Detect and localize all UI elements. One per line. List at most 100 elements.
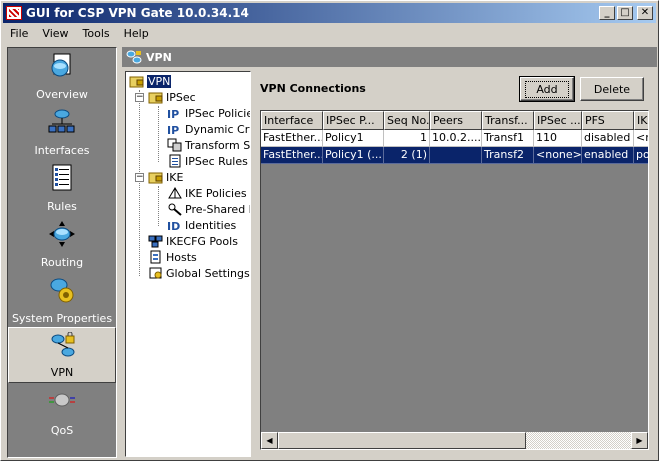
nav-overview[interactable]: Overview: [8, 48, 116, 104]
pool-icon: [148, 235, 163, 248]
tree-line: [158, 106, 159, 162]
folder-lock-icon: [148, 92, 163, 104]
window-title: GUI for CSP VPN Gate 10.0.34.14: [26, 6, 249, 20]
folder-lock-icon: [148, 172, 163, 184]
tree-ipsec-policies[interactable]: IP IPSec Policies: [167, 105, 250, 121]
menu-file[interactable]: File: [3, 27, 35, 40]
cell-ipsec-lifetime: <none>: [534, 147, 582, 164]
column-header-transform[interactable]: Transf...: [482, 111, 534, 130]
table-row-selected[interactable]: FastEther... Policy1 (... 2 (1) Transf2 …: [261, 147, 648, 164]
scroll-thumb[interactable]: [278, 432, 526, 449]
interfaces-icon: [48, 109, 75, 133]
tree-ikecfg-pools-label: IKECFG Pools: [166, 234, 238, 248]
maximize-button[interactable]: □: [617, 6, 633, 20]
nav-routing[interactable]: Routing: [8, 216, 116, 272]
column-header-interface[interactable]: Interface: [261, 111, 323, 130]
column-header-pfs[interactable]: PFS: [582, 111, 634, 130]
nav-interfaces-label: Interfaces: [34, 144, 90, 157]
tree-ipsec-policies-label: IPSec Policies: [185, 106, 250, 120]
panel-header-title: VPN: [146, 50, 172, 64]
dynamic-crypto-icon: IP: [167, 124, 179, 136]
nav-interfaces[interactable]: Interfaces: [8, 104, 116, 160]
tree-dynamic-crypto[interactable]: IP Dynamic Cryp: [167, 121, 250, 137]
delete-button[interactable]: Delete: [580, 77, 644, 101]
add-button[interactable]: Add: [519, 76, 575, 102]
folder-lock-icon: [129, 76, 144, 88]
column-header-seq-no[interactable]: Seq No.: [384, 111, 430, 130]
tree-global-settings[interactable]: Global Settings: [148, 265, 250, 281]
cell-pfs: disabled: [582, 130, 634, 147]
identity-icon: ID: [167, 220, 180, 232]
table-header: Interface IPSec P... Seq No. Peers Trans…: [261, 111, 648, 130]
cell-peers: [430, 147, 482, 164]
tree-ike-policies-label: IKE Policies: [185, 186, 247, 200]
tree-vpn-label: VPN: [147, 74, 172, 88]
table-row[interactable]: FastEther... Policy1 1 10.0.2.... Transf…: [261, 130, 648, 147]
rules-icon: [52, 164, 72, 191]
nav-system-properties[interactable]: System Properties: [8, 272, 116, 328]
cell-seq-no: 1: [384, 130, 430, 147]
settings-icon: [149, 267, 162, 279]
tree-line: [139, 90, 140, 276]
nav-vpn-label: VPN: [50, 366, 74, 379]
cell-ipsec-policy: Policy1: [323, 130, 384, 147]
vpn-tree[interactable]: VPN − IPSec IP IPSec Policies IP Dynamic…: [125, 71, 251, 457]
cell-transform: Transf2: [482, 147, 534, 164]
tree-ipsec-label: IPSec: [166, 90, 196, 104]
key-icon: [168, 203, 182, 216]
tree-pre-shared-keys[interactable]: Pre-Shared K: [167, 201, 251, 217]
tree-ipsec-rules-label: IPSec Rules: [185, 154, 248, 168]
menu-view[interactable]: View: [35, 27, 75, 40]
column-header-peers[interactable]: Peers: [430, 111, 482, 130]
title-bar[interactable]: GUI for CSP VPN Gate 10.0.34.14 _ □ ✕: [3, 3, 656, 23]
tree-ikecfg-pools[interactable]: IKECFG Pools: [148, 233, 238, 249]
scroll-right-icon[interactable]: ▶: [631, 432, 648, 449]
tree-ike-label: IKE: [166, 170, 184, 184]
hosts-icon: [150, 250, 161, 264]
cell-interface: FastEther...: [261, 147, 323, 164]
overview-icon: [51, 53, 71, 77]
menu-tools[interactable]: Tools: [76, 27, 117, 40]
tree-identities[interactable]: ID Identities: [167, 217, 236, 233]
minimize-button[interactable]: _: [599, 6, 615, 20]
svg-text:IP: IP: [167, 124, 179, 136]
nav-routing-label: Routing: [40, 256, 84, 269]
nav-rules[interactable]: Rules: [8, 160, 116, 216]
collapse-ike-icon[interactable]: −: [135, 173, 144, 182]
nav-qos-label: QoS: [50, 424, 74, 437]
nav-rules-label: Rules: [47, 200, 77, 213]
tree-hosts[interactable]: Hosts: [148, 249, 197, 265]
tree-pre-shared-keys-label: Pre-Shared K: [185, 202, 251, 216]
tree-ike-policies[interactable]: IKE Policies: [167, 185, 247, 201]
tree-vpn[interactable]: VPN: [129, 73, 172, 89]
horizontal-scrollbar[interactable]: ◀ ▶: [261, 432, 648, 449]
ike-policy-icon: [168, 187, 182, 199]
add-button-label: Add: [525, 80, 569, 98]
collapse-ipsec-icon[interactable]: −: [135, 93, 144, 102]
scroll-left-icon[interactable]: ◀: [261, 432, 278, 449]
vpn-icon: [51, 332, 75, 357]
close-button[interactable]: ✕: [637, 6, 653, 20]
column-header-ike[interactable]: IK: [634, 111, 648, 130]
tree-ike[interactable]: IKE: [148, 169, 183, 185]
svg-text:IP: IP: [167, 108, 179, 120]
vpn-connections-table[interactable]: Interface IPSec P... Seq No. Peers Trans…: [260, 110, 649, 450]
tree-hosts-label: Hosts: [166, 250, 197, 264]
cell-pfs: enabled: [582, 147, 634, 164]
tree-global-settings-label: Global Settings: [166, 266, 250, 280]
menu-help[interactable]: Help: [117, 27, 156, 40]
nav-overview-label: Overview: [36, 88, 88, 101]
nav-vpn[interactable]: VPN: [8, 327, 116, 383]
panel-header: VPN: [122, 47, 657, 67]
column-header-ipsec-lifetime[interactable]: IPSec ...: [534, 111, 582, 130]
tree-ipsec[interactable]: IPSec: [148, 89, 196, 105]
tree-transform-sets[interactable]: Transform Se: [167, 137, 250, 153]
column-header-ipsec-policy[interactable]: IPSec P...: [323, 111, 384, 130]
nav-qos[interactable]: QoS: [8, 384, 116, 440]
cell-ipsec-policy: Policy1 (...: [323, 147, 384, 164]
nav-system-properties-label: System Properties: [11, 312, 113, 325]
tree-ipsec-rules[interactable]: IPSec Rules: [167, 153, 248, 169]
tree-line: [158, 186, 159, 226]
ipsec-policy-icon: IP: [167, 108, 179, 120]
cell-ike: po: [634, 147, 648, 164]
